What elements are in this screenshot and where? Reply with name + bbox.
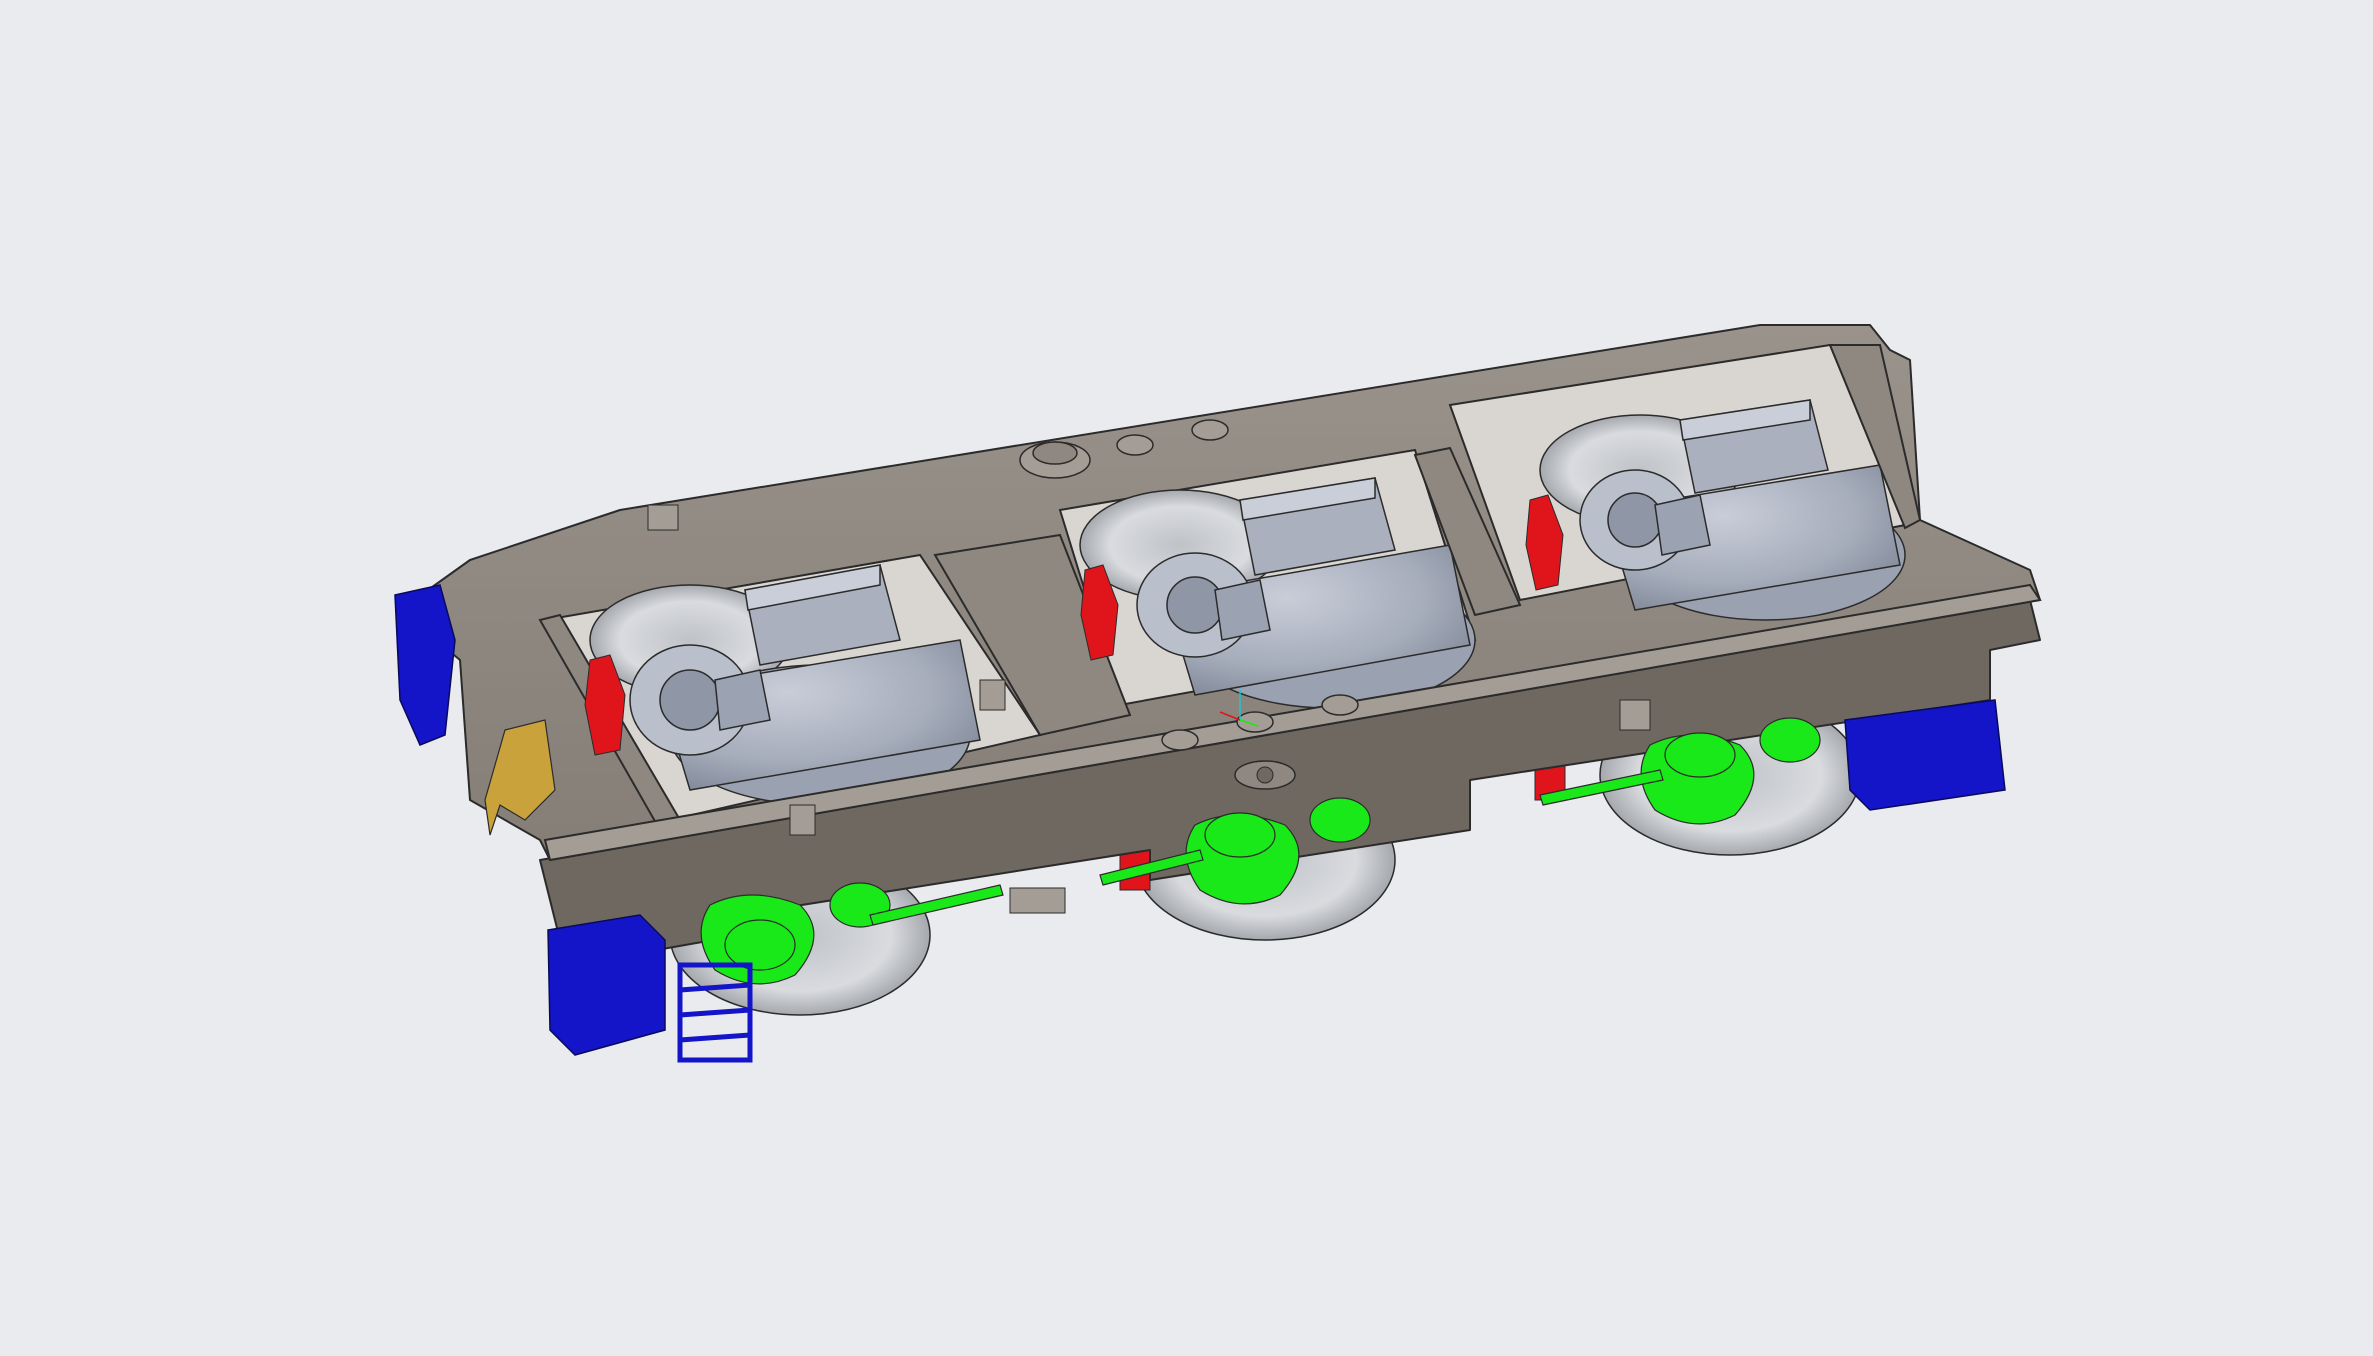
buffer-right — [1844, 699, 2006, 811]
buffer-left-upper — [394, 584, 456, 746]
buffer-left-lower — [547, 914, 666, 1056]
cad-viewport[interactable] — [0, 0, 2373, 1356]
bogie-model — [394, 324, 2042, 1063]
